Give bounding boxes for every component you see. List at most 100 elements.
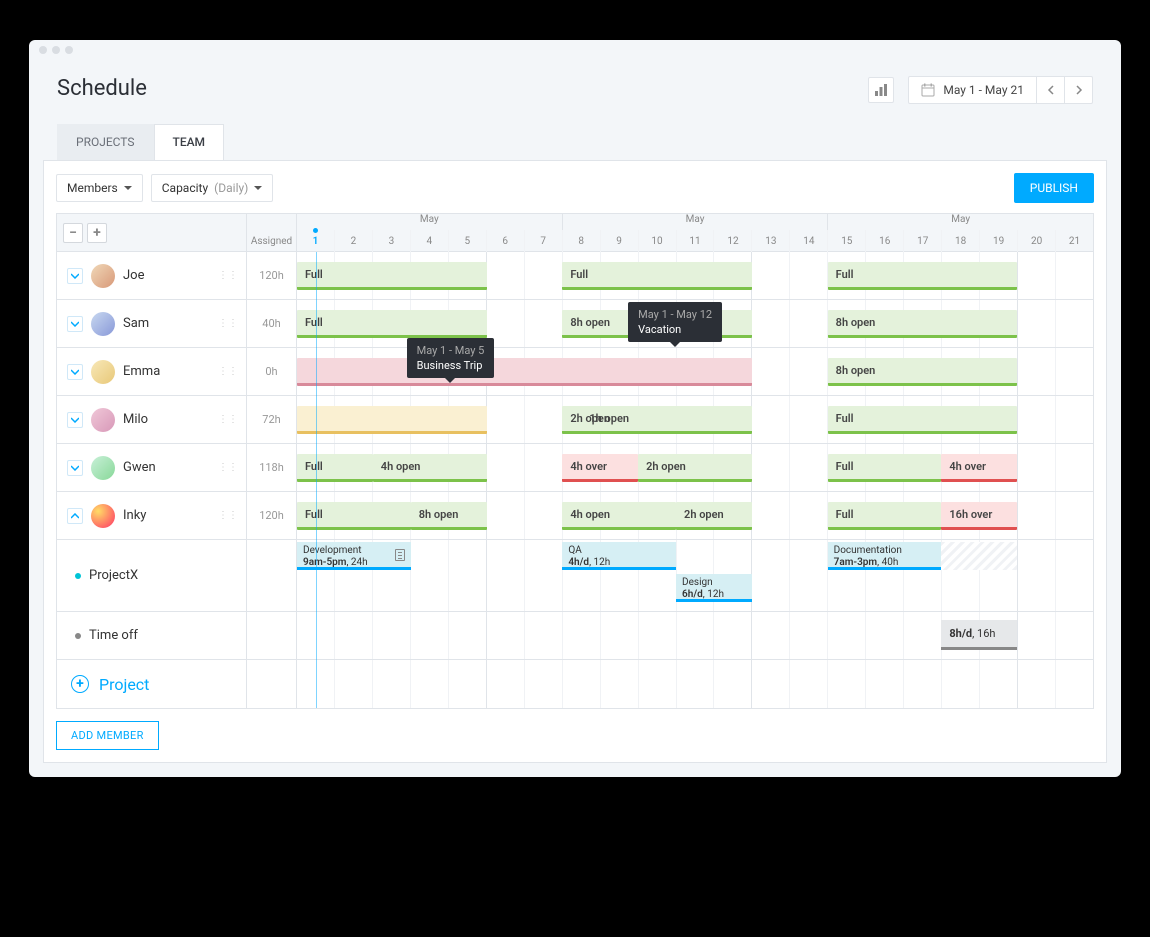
tooltip: May 1 - May 5Business Trip <box>407 338 495 378</box>
capacity-bar[interactable]: 2h open1h open <box>562 406 752 434</box>
day-header[interactable]: 8 <box>563 230 601 252</box>
day-header[interactable]: 13 <box>752 230 790 252</box>
capacity-bar[interactable]: Full <box>828 454 942 482</box>
capacity-bar[interactable]: Full <box>828 262 1018 290</box>
day-header[interactable]: 1 <box>297 230 335 252</box>
expand-member-button[interactable] <box>67 268 83 284</box>
capacity-bar[interactable]: 4h over <box>941 454 1017 482</box>
expand-member-button[interactable] <box>67 412 83 428</box>
project-row: Time off8h/d, 16h <box>57 612 1093 660</box>
tab-projects[interactable]: PROJECTS <box>57 124 154 160</box>
capacity-bar[interactable]: Full <box>297 454 373 482</box>
chevron-left-icon <box>1047 85 1055 95</box>
capacity-bar[interactable]: 2h open <box>638 454 752 482</box>
day-header[interactable]: 4 <box>411 230 449 252</box>
chevron-right-icon <box>1075 85 1083 95</box>
member-name-label: Joe <box>123 268 144 283</box>
collapse-all-button[interactable]: − <box>63 223 83 243</box>
avatar <box>91 456 115 480</box>
day-header[interactable]: 11 <box>677 230 715 252</box>
date-range-picker[interactable]: May 1 - May 21 <box>908 76 1093 104</box>
collapse-member-button[interactable] <box>67 508 83 524</box>
date-range-label: May 1 - May 21 <box>943 83 1024 97</box>
toolbar: Members Capacity (Daily) PUBLISH <box>56 173 1094 203</box>
capacity-bar[interactable]: 4h open <box>562 502 676 530</box>
content-panel: Members Capacity (Daily) PUBLISH − + Ass… <box>43 160 1107 763</box>
bar-chart-icon <box>874 83 888 97</box>
day-header[interactable]: 7 <box>525 230 563 252</box>
plus-circle-icon: + <box>71 675 89 693</box>
add-project-label: Project <box>99 675 149 694</box>
capacity-filter[interactable]: Capacity (Daily) <box>151 174 274 202</box>
expand-member-button[interactable] <box>67 364 83 380</box>
day-header[interactable]: 17 <box>904 230 942 252</box>
capacity-bar[interactable]: 8h open <box>411 502 487 530</box>
day-header[interactable]: 10 <box>639 230 677 252</box>
expand-all-button[interactable]: + <box>87 223 107 243</box>
day-header[interactable]: 16 <box>866 230 904 252</box>
members-filter[interactable]: Members <box>56 174 143 202</box>
capacity-bar[interactable]: Full <box>828 406 1018 434</box>
day-header[interactable]: 2 <box>335 230 373 252</box>
day-header[interactable]: 5 <box>449 230 487 252</box>
drag-handle[interactable]: ⋮⋮ <box>218 370 238 374</box>
project-row: ProjectX Development9am-5pm, 24h QA4h/d, 1… <box>57 540 1093 612</box>
page-title: Schedule <box>57 76 147 101</box>
day-header[interactable]: 21 <box>1056 230 1093 252</box>
capacity-bar[interactable]: 4h open <box>373 454 487 482</box>
expand-member-button[interactable] <box>67 460 83 476</box>
capacity-bar[interactable]: 8h open <box>828 310 1018 338</box>
avatar <box>91 360 115 384</box>
capacity-bar[interactable] <box>297 406 487 434</box>
calendar-icon <box>921 83 935 97</box>
capacity-bar[interactable]: 2h open <box>676 502 752 530</box>
day-header[interactable]: 15 <box>828 230 866 252</box>
day-header[interactable]: 6 <box>487 230 525 252</box>
task-bar[interactable]: Documentation7am-3pm, 40h <box>828 542 1018 570</box>
month-label: May <box>297 214 563 230</box>
drag-handle[interactable]: ⋮⋮ <box>218 418 238 422</box>
drag-handle[interactable]: ⋮⋮ <box>218 322 238 326</box>
task-bar[interactable]: Design6h/d, 12h <box>676 574 752 602</box>
timeoff-bar[interactable]: 8h/d, 16h <box>941 620 1017 650</box>
project-name-label: ProjectX <box>89 568 138 583</box>
capacity-bar[interactable]: Full <box>297 310 487 338</box>
day-header[interactable]: 20 <box>1018 230 1056 252</box>
member-row: Inky⋮⋮120hFull8h open4h open2h openFull1… <box>57 492 1093 540</box>
capacity-bar[interactable]: Full <box>828 502 942 530</box>
member-name-label: Inky <box>123 508 146 523</box>
capacity-bar[interactable] <box>297 358 752 386</box>
add-project-row[interactable]: + Project <box>57 660 1093 708</box>
caret-down-icon <box>124 186 132 191</box>
day-header[interactable]: 14 <box>790 230 828 252</box>
day-header[interactable]: 3 <box>373 230 411 252</box>
capacity-bar[interactable]: 16h over <box>941 502 1017 530</box>
add-member-button[interactable]: ADD MEMBER <box>56 721 159 750</box>
month-label: May <box>563 214 829 230</box>
expand-member-button[interactable] <box>67 316 83 332</box>
chart-view-button[interactable] <box>868 77 894 103</box>
capacity-bar[interactable]: Full <box>297 502 411 530</box>
prev-range-button[interactable] <box>1036 77 1064 103</box>
tooltip: May 1 - May 12Vacation <box>628 302 722 342</box>
assigned-value: 120h <box>247 492 297 539</box>
day-header[interactable]: 18 <box>942 230 980 252</box>
tab-team[interactable]: TEAM <box>154 124 225 160</box>
publish-button[interactable]: PUBLISH <box>1014 173 1094 203</box>
member-row: Milo⋮⋮72h2h open1h openFull <box>57 396 1093 444</box>
drag-handle[interactable]: ⋮⋮ <box>218 274 238 278</box>
day-header[interactable]: 9 <box>601 230 639 252</box>
schedule-grid: − + Assigned MayMayMay 12345678910111213… <box>56 213 1094 709</box>
capacity-bar[interactable]: Full <box>297 262 487 290</box>
day-header[interactable]: 19 <box>980 230 1018 252</box>
task-bar[interactable]: Development9am-5pm, 24h <box>297 542 411 570</box>
capacity-bar[interactable]: 8h open <box>828 358 1018 386</box>
day-header[interactable]: 12 <box>714 230 752 252</box>
drag-handle[interactable]: ⋮⋮ <box>218 466 238 470</box>
next-range-button[interactable] <box>1064 77 1092 103</box>
capacity-bar[interactable]: 4h over <box>562 454 638 482</box>
capacity-bar[interactable]: Full <box>562 262 752 290</box>
task-bar[interactable]: QA4h/d, 12h <box>562 542 676 570</box>
project-bullet <box>75 633 81 639</box>
drag-handle[interactable]: ⋮⋮ <box>218 514 238 518</box>
